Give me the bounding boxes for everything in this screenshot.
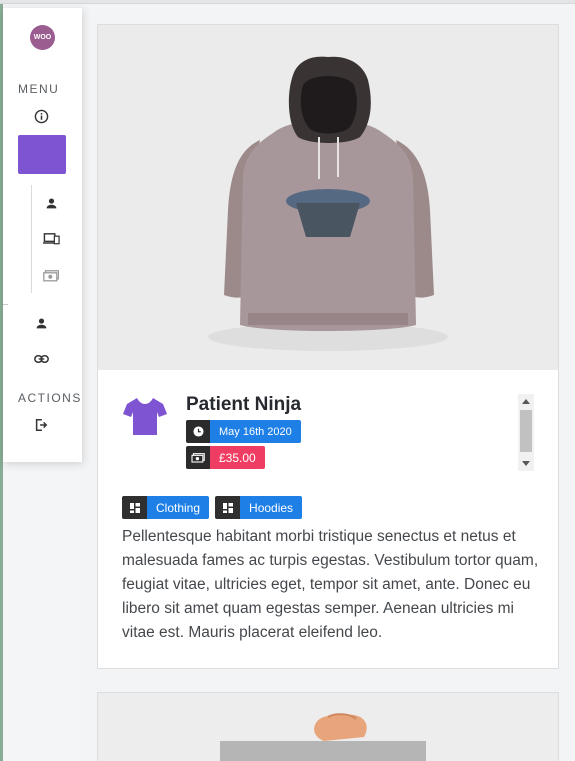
info-icon[interactable] (32, 107, 50, 125)
scroll-up-arrow[interactable] (522, 399, 530, 404)
actions-section-title: ACTIONS (18, 391, 82, 405)
tag-hoodies[interactable]: Hoodies (215, 496, 303, 519)
date-text: May 16th 2020 (210, 420, 301, 443)
user-icon[interactable] (42, 194, 60, 212)
money-icon (186, 446, 210, 469)
woo-logo[interactable]: WOO (30, 25, 55, 50)
date-badge: May 16th 2020 (186, 420, 301, 443)
sidebar-item-active[interactable] (18, 135, 66, 174)
tag-label: Clothing (147, 496, 210, 519)
product-image[interactable] (98, 25, 558, 370)
product-description: Pellentesque habitant morbi tristique se… (122, 528, 539, 641)
clock-icon (186, 420, 210, 443)
category-tags: Clothing Hoodies (122, 496, 303, 519)
shirt-icon (122, 396, 168, 441)
next-product-card[interactable] (97, 692, 559, 761)
tag-clothing[interactable]: Clothing (122, 496, 210, 519)
product-title: Patient Ninja (186, 394, 302, 415)
scroll-thumb[interactable] (520, 410, 532, 452)
menu-section-title: MENU (18, 82, 60, 96)
money-icon[interactable] (42, 267, 60, 285)
submenu-line (31, 185, 32, 293)
devices-icon[interactable] (42, 230, 60, 248)
sidebar-divider (3, 304, 8, 305)
category-icon (122, 496, 147, 519)
link-icon[interactable] (32, 350, 50, 368)
product-card: Patient Ninja May 16th 2020 £35.00 Cloth… (97, 24, 559, 669)
price-badge: £35.00 (186, 446, 265, 469)
price-text: £35.00 (210, 446, 265, 469)
logout-icon[interactable] (32, 416, 50, 434)
scroll-down-arrow[interactable] (522, 461, 530, 466)
scrollbar[interactable] (518, 394, 534, 471)
tag-label: Hoodies (240, 496, 303, 519)
sidebar: WOO MENU ACTIONS (3, 8, 82, 462)
category-icon (215, 496, 241, 519)
account-icon[interactable] (32, 314, 50, 332)
